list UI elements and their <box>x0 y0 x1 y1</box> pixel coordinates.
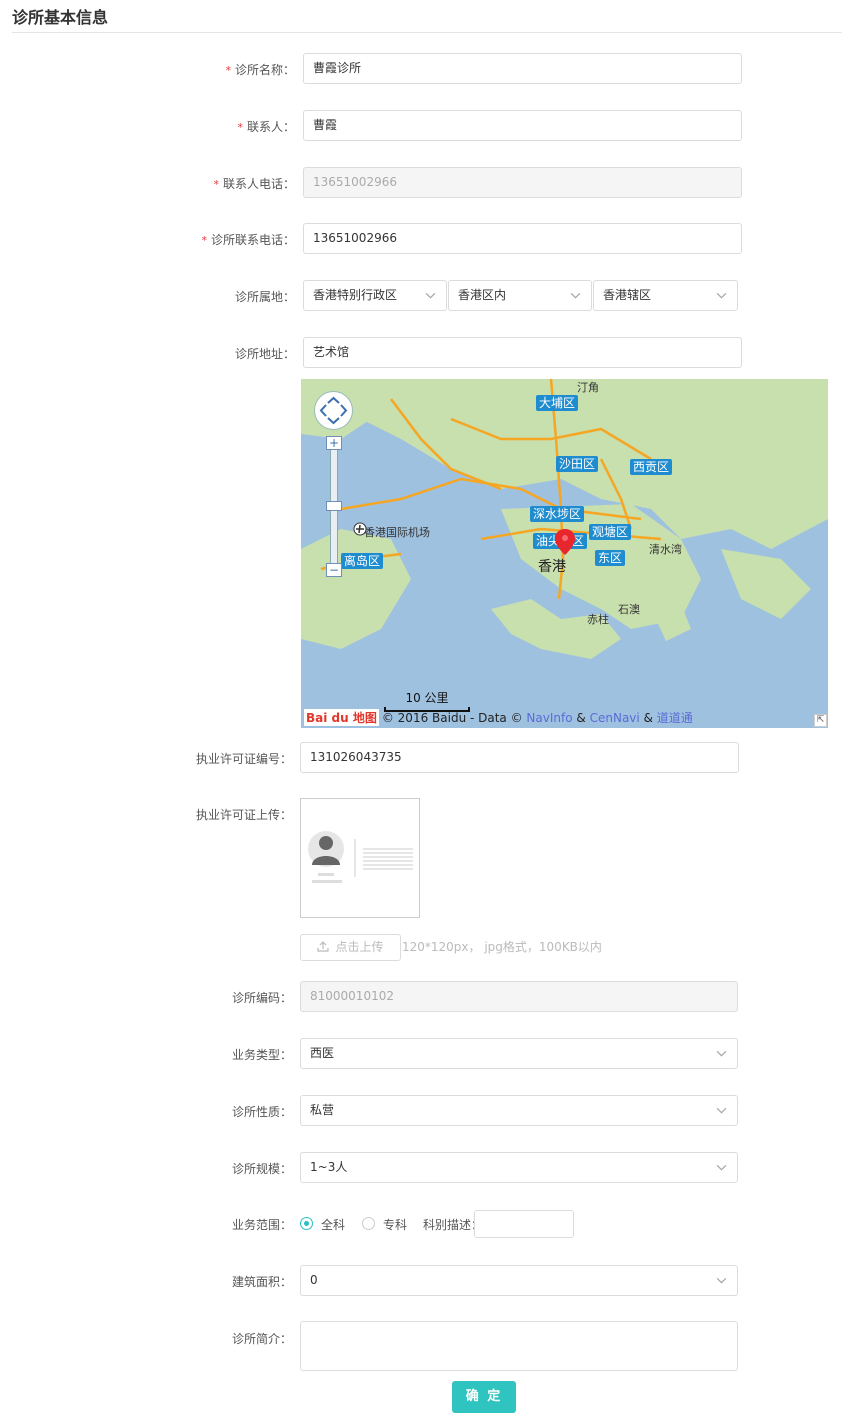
map-district-tag[interactable]: 观塘区 <box>589 524 632 540</box>
chevron-down-icon <box>716 292 727 299</box>
address-input[interactable]: 艺术馆 <box>303 337 742 368</box>
chevron-down-icon <box>716 1107 727 1114</box>
zoom-in-button[interactable]: + <box>326 436 342 450</box>
business-type-value: 西医 <box>310 1046 335 1060</box>
city-value: 香港区内 <box>458 288 507 302</box>
province-value: 香港特别行政区 <box>313 288 398 302</box>
radio-specialist-label: 专科 <box>383 1218 408 1232</box>
airport-icon <box>353 522 367 536</box>
building-area-select[interactable]: 0 <box>300 1265 738 1296</box>
radio-general[interactable] <box>300 1217 313 1230</box>
id-card-placeholder-icon <box>308 831 413 883</box>
license-no-input[interactable]: 131026043735 <box>300 742 739 773</box>
section-header: 诊所基本信息 <box>12 6 842 33</box>
pan-arrows-icon <box>319 396 348 425</box>
city-select[interactable]: 香港区内 <box>448 280 592 311</box>
radio-specialist[interactable] <box>362 1217 375 1230</box>
section-title: 诊所基本信息 <box>12 8 109 27</box>
map-district-tag[interactable]: 沙田区 <box>556 456 599 472</box>
map-place-label: 汀角 <box>577 381 599 394</box>
map-scale-text: 10 公里 <box>405 691 449 705</box>
upload-icon <box>317 941 330 952</box>
contact-phone-label-text: 联系人电话： <box>222 177 295 191</box>
clinic-code-input: 81000010102 <box>300 981 738 1012</box>
map-district-tag[interactable]: 离岛区 <box>341 553 384 569</box>
map-district-tag[interactable]: 大埔区 <box>536 395 579 411</box>
clinic-scale-label: 诊所规模： <box>231 1162 292 1176</box>
baidu-map-logo: Bai du 地图 <box>304 709 379 726</box>
chevron-down-icon <box>570 292 581 299</box>
clinic-phone-label-text: 诊所联系电话： <box>210 233 295 247</box>
contact-label: * 联系人： <box>237 118 295 135</box>
chevron-down-icon <box>716 1050 727 1057</box>
license-no-label: 执业许可证编号： <box>195 752 292 766</box>
amp-text: & <box>643 711 653 725</box>
clinic-phone-input[interactable]: 13651002966 <box>303 223 742 254</box>
district-value: 香港辖区 <box>603 288 652 302</box>
region-label: 诊所属地： <box>234 290 295 304</box>
dept-desc-input[interactable] <box>474 1210 574 1238</box>
contact-phone-input: 13651002966 <box>303 167 742 198</box>
address-label: 诊所地址： <box>234 347 295 361</box>
clinic-nature-value: 私营 <box>310 1103 335 1117</box>
map-pin-icon <box>555 529 575 555</box>
district-select[interactable]: 香港辖区 <box>593 280 738 311</box>
map-place-label: 香港国际机场 <box>364 526 430 539</box>
map-expand-icon[interactable]: ⇱ <box>814 714 827 727</box>
map-place-label: 赤柱 <box>587 613 609 626</box>
chevron-down-icon <box>425 292 436 299</box>
contact-label-text: 联系人： <box>246 120 295 134</box>
map-city-label: 香港 <box>538 559 566 575</box>
license-upload-label: 执业许可证上传： <box>195 808 292 822</box>
license-image-preview <box>300 798 420 918</box>
business-type-select[interactable]: 西医 <box>300 1038 738 1069</box>
provider-link[interactable]: NavInfo <box>526 711 572 725</box>
business-scope-label: 业务范围： <box>231 1218 292 1232</box>
clinic-scale-select[interactable]: 1~3人 <box>300 1152 738 1183</box>
chevron-down-icon <box>716 1164 727 1171</box>
intro-label: 诊所简介： <box>231 1332 292 1346</box>
map-copyright: Bai du 地图 © 2016 Baidu - Data © NavInfo &… <box>304 709 693 726</box>
zoom-out-button[interactable]: − <box>326 563 342 577</box>
required-mark: * <box>225 64 231 77</box>
intro-textarea[interactable] <box>300 1321 738 1371</box>
map-place-label: 清水湾 <box>649 543 682 556</box>
map-district-tag[interactable]: 深水埗区 <box>530 506 585 522</box>
clinic-nature-label: 诊所性质： <box>231 1105 292 1119</box>
provider-link[interactable]: CenNavi <box>590 711 640 725</box>
map-district-tag[interactable]: 东区 <box>595 550 626 566</box>
required-mark: * <box>201 234 207 247</box>
clinic-code-label: 诊所编码： <box>231 991 292 1005</box>
baidu-map[interactable]: 大埔区 沙田区 西贡区 深水埗区 观塘区 油尖旺区 东区 离岛区 汀角 香港国际… <box>301 379 828 728</box>
clinic-name-input[interactable]: 曹霞诊所 <box>303 53 742 84</box>
amp-text: & <box>576 711 586 725</box>
map-pan-control[interactable] <box>314 391 353 430</box>
map-district-tag[interactable]: 西贡区 <box>630 459 673 475</box>
clinic-phone-label: * 诊所联系电话： <box>201 231 295 248</box>
contact-input[interactable]: 曹霞 <box>303 110 742 141</box>
required-mark: * <box>237 121 243 134</box>
submit-button[interactable]: 确 定 <box>452 1381 516 1413</box>
provider-link[interactable]: 道道通 <box>657 711 693 725</box>
required-mark: * <box>213 178 219 191</box>
copyright-text: © 2016 Baidu - Data © <box>381 711 527 725</box>
upload-hint: 120*120px， jpg格式，100KB以内 <box>402 940 602 954</box>
zoom-slider-handle[interactable] <box>326 501 342 511</box>
radio-general-label: 全科 <box>321 1218 346 1232</box>
upload-button[interactable]: 点击上传 <box>300 934 401 961</box>
contact-phone-label: * 联系人电话： <box>213 175 295 192</box>
clinic-name-label-text: 诊所名称： <box>234 63 295 77</box>
building-area-label: 建筑面积： <box>231 1275 292 1289</box>
clinic-scale-value: 1~3人 <box>310 1160 348 1174</box>
clinic-nature-select[interactable]: 私营 <box>300 1095 738 1126</box>
clinic-name-label: * 诊所名称： <box>225 61 295 78</box>
province-select[interactable]: 香港特别行政区 <box>303 280 447 311</box>
upload-button-text: 点击上传 <box>335 940 384 954</box>
business-type-label: 业务类型： <box>231 1048 292 1062</box>
building-area-value: 0 <box>310 1273 318 1287</box>
chevron-down-icon <box>716 1277 727 1284</box>
map-place-label: 石澳 <box>618 603 640 616</box>
